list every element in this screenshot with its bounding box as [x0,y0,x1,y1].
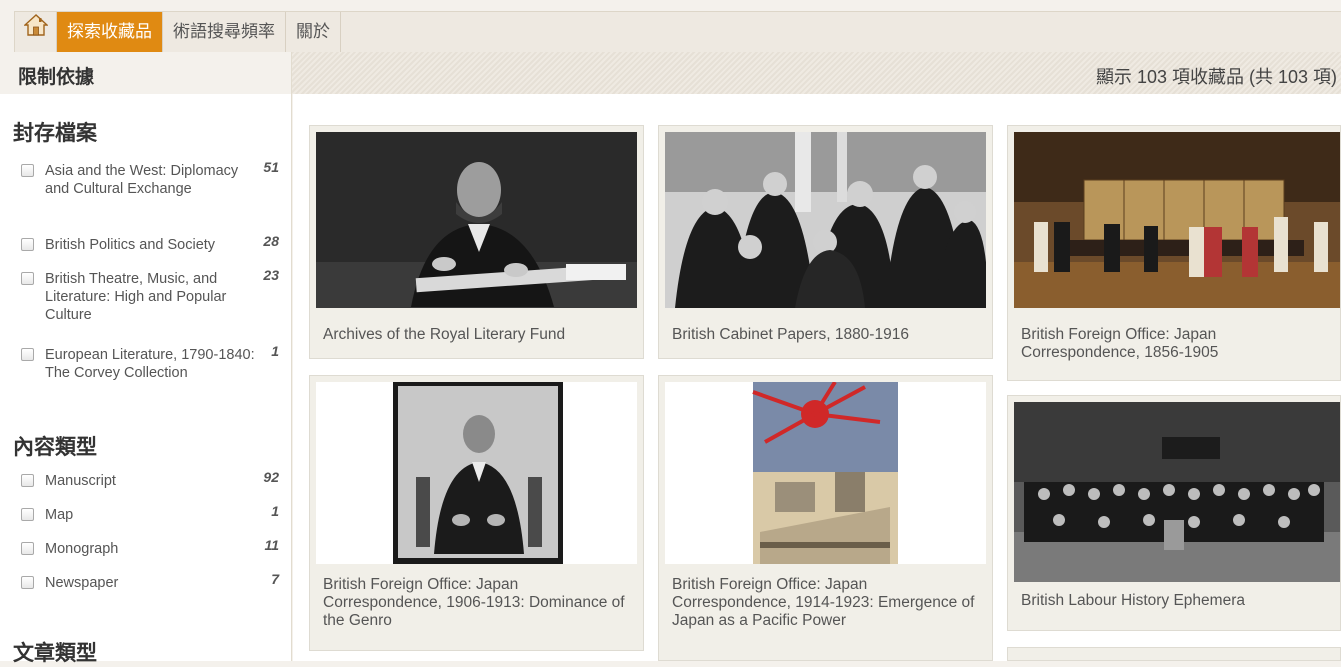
facet-sidebar: 封存檔案 Asia and the West: Diplomacy and Cu… [0,94,292,665]
limit-by-title: 限制依據 [18,67,95,88]
nav-about[interactable]: 關於 [286,12,341,52]
facet-item-count: 1 [271,503,279,519]
collection-thumbnail[interactable] [665,132,986,308]
collection-thumbnail[interactable] [1014,402,1340,582]
collection-title[interactable]: British Labour History Ephemera [1021,592,1332,610]
facet-item-map[interactable]: Map 1 [21,503,279,526]
facet-item-monograph[interactable]: Monograph 11 [21,537,279,560]
collection-thumbnail[interactable] [316,132,637,308]
facet-item-label: Monograph [45,541,119,557]
collection-card[interactable] [1007,647,1341,661]
collection-title[interactable]: British Foreign Office: Japan Correspond… [1021,326,1332,362]
nav-bar: 探索收藏品 術語搜尋頻率 關於 [14,11,1341,52]
collection-card[interactable]: British Foreign Office: Japan Correspond… [1007,125,1341,381]
checkbox[interactable] [21,238,34,251]
collection-thumbnail[interactable] [316,382,637,564]
facet-item-label: Asia and the West: Diplomacy and Cultura… [45,163,239,197]
facet-item-manuscript[interactable]: Manuscript 92 [21,469,279,492]
checkbox[interactable] [21,164,34,177]
facet-item-count: 1 [271,343,279,359]
nav-explore-collections[interactable]: 探索收藏品 [57,12,163,52]
facet-item-count: 11 [264,537,279,553]
facet-item-label: Map [45,507,74,523]
top-navigation: 探索收藏品 術語搜尋頻率 關於 [0,0,1341,52]
checkbox[interactable] [21,474,34,487]
collection-card[interactable]: British Labour History Ephemera [1007,395,1341,631]
facet-title-content-type: 內容類型 [13,436,97,459]
checkbox[interactable] [21,576,34,589]
facet-item-asia-west[interactable]: Asia and the West: Diplomacy and Cultura… [21,159,279,218]
collection-card[interactable]: Archives of the Royal Literary Fund [309,125,644,359]
collection-title[interactable]: British Foreign Office: Japan Correspond… [323,576,635,630]
nav-term-frequency[interactable]: 術語搜尋頻率 [163,12,286,52]
limit-by-header: 限制依據 [0,52,292,94]
collection-title[interactable]: Archives of the Royal Literary Fund [323,326,635,344]
facet-item-count: 51 [263,159,279,175]
facet-item-label: British Theatre, Music, and Literature: … [45,271,227,323]
facet-item-label: British Politics and Society [45,237,216,253]
facet-item-british-politics[interactable]: British Politics and Society 28 [21,233,279,256]
checkbox[interactable] [21,348,34,361]
checkbox[interactable] [21,542,34,555]
collection-card[interactable]: British Foreign Office: Japan Correspond… [658,375,993,661]
facet-item-label: European Literature, 1790-1840: The Corv… [45,347,255,381]
facet-item-count: 7 [271,571,279,587]
collection-grid: Archives of the Royal Literary Fund Brit… [293,94,1341,661]
results-header: 限制依據 顯示 103 項收藏品 (共 103 項) [0,52,1341,94]
facet-item-european-literature[interactable]: European Literature, 1790-1840: The Corv… [21,343,279,384]
collection-thumbnail[interactable] [1014,132,1340,308]
facet-item-count: 23 [263,267,279,283]
checkbox[interactable] [21,508,34,521]
facet-item-count: 28 [263,233,279,249]
facet-item-label: Manuscript [45,473,116,489]
facet-item-label: Newspaper [45,575,119,591]
collection-card[interactable]: British Foreign Office: Japan Correspond… [309,375,644,651]
collection-title[interactable]: British Foreign Office: Japan Correspond… [672,576,984,630]
home-icon [22,12,49,52]
checkbox[interactable] [21,272,34,285]
collection-card[interactable]: British Cabinet Papers, 1880-1916 [658,125,993,359]
nav-home[interactable] [15,12,57,52]
collection-title[interactable]: British Cabinet Papers, 1880-1916 [672,326,984,344]
facet-item-count: 92 [263,469,279,485]
result-count: 顯示 103 項收藏品 (共 103 項) [1095,67,1337,87]
facet-item-british-theatre[interactable]: British Theatre, Music, and Literature: … [21,267,279,326]
collection-thumbnail[interactable] [665,382,986,564]
facet-title-article-type: 文章類型 [13,642,97,665]
facet-item-newspaper[interactable]: Newspaper 7 [21,571,279,594]
facet-title-archives: 封存檔案 [13,122,97,145]
